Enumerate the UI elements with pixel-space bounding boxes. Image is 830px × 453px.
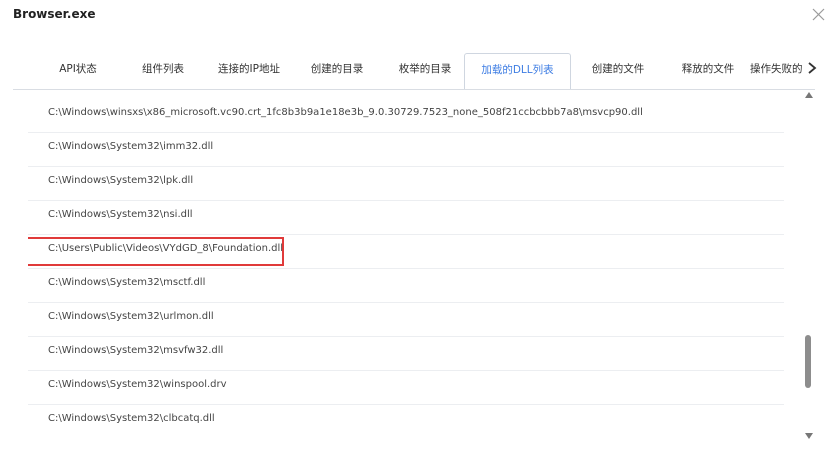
chevron-right-icon[interactable]: [807, 61, 817, 75]
tab-created-files[interactable]: 创建的文件: [576, 53, 660, 89]
tab-loaded-dlls[interactable]: 加载的DLL列表: [464, 53, 571, 90]
list-item[interactable]: C:\Windows\System32\clbcatq.dll: [28, 405, 784, 437]
close-icon[interactable]: [812, 8, 825, 21]
tab-failed-operations[interactable]: 操作失败的: [750, 53, 812, 89]
caret-up-icon[interactable]: [805, 92, 813, 98]
scrollbar-thumb[interactable]: [805, 335, 811, 388]
window-title: Browser.exe: [13, 7, 96, 21]
tab-bar: API状态 组件列表 连接的IP地址 创建的目录 枚举的目录 加载的DLL列表 …: [38, 53, 818, 90]
tab-api-status[interactable]: API状态: [38, 53, 118, 89]
list-item[interactable]: C:\Windows\System32\msctf.dll: [28, 269, 784, 303]
list-item[interactable]: C:\Windows\System32\imm32.dll: [28, 133, 784, 167]
list-item-highlighted[interactable]: C:\Users\Public\Videos\VYdGD_8\Foundatio…: [28, 235, 784, 269]
list-item[interactable]: C:\Windows\System32\msvfw32.dll: [28, 337, 784, 371]
tab-enumerated-dirs[interactable]: 枚举的目录: [380, 53, 470, 89]
list-item[interactable]: C:\Windows\System32\winspool.drv: [28, 371, 784, 405]
dll-path: C:\Windows\System32\msctf.dll: [48, 277, 206, 288]
dll-path: C:\Windows\winsxs\x86_microsoft.vc90.crt…: [48, 107, 643, 118]
dll-path: C:\Windows\System32\urlmon.dll: [48, 311, 214, 322]
highlight-box: [28, 237, 284, 266]
tab-connected-ips[interactable]: 连接的IP地址: [196, 53, 302, 89]
dll-path: C:\Windows\System32\imm32.dll: [48, 141, 214, 152]
dll-path: C:\Windows\System32\clbcatq.dll: [48, 413, 215, 424]
list-item[interactable]: C:\Windows\System32\lpk.dll: [28, 167, 784, 201]
tab-released-files[interactable]: 释放的文件: [666, 53, 750, 89]
tab-divider: [13, 89, 815, 90]
list-item[interactable]: C:\Windows\System32\urlmon.dll: [28, 303, 784, 337]
caret-down-icon[interactable]: [805, 433, 813, 439]
dll-list: C:\Windows\winsxs\x86_microsoft.vc90.crt…: [28, 99, 784, 437]
dll-path: C:\Windows\System32\nsi.dll: [48, 209, 193, 220]
tab-created-dirs[interactable]: 创建的目录: [294, 53, 380, 89]
list-item[interactable]: C:\Windows\System32\nsi.dll: [28, 201, 784, 235]
dll-path: C:\Windows\System32\msvfw32.dll: [48, 345, 224, 356]
tab-component-list[interactable]: 组件列表: [118, 53, 208, 89]
dll-path: C:\Windows\System32\winspool.drv: [48, 379, 227, 390]
list-item[interactable]: C:\Windows\winsxs\x86_microsoft.vc90.crt…: [28, 99, 784, 133]
dll-path: C:\Windows\System32\lpk.dll: [48, 175, 194, 186]
